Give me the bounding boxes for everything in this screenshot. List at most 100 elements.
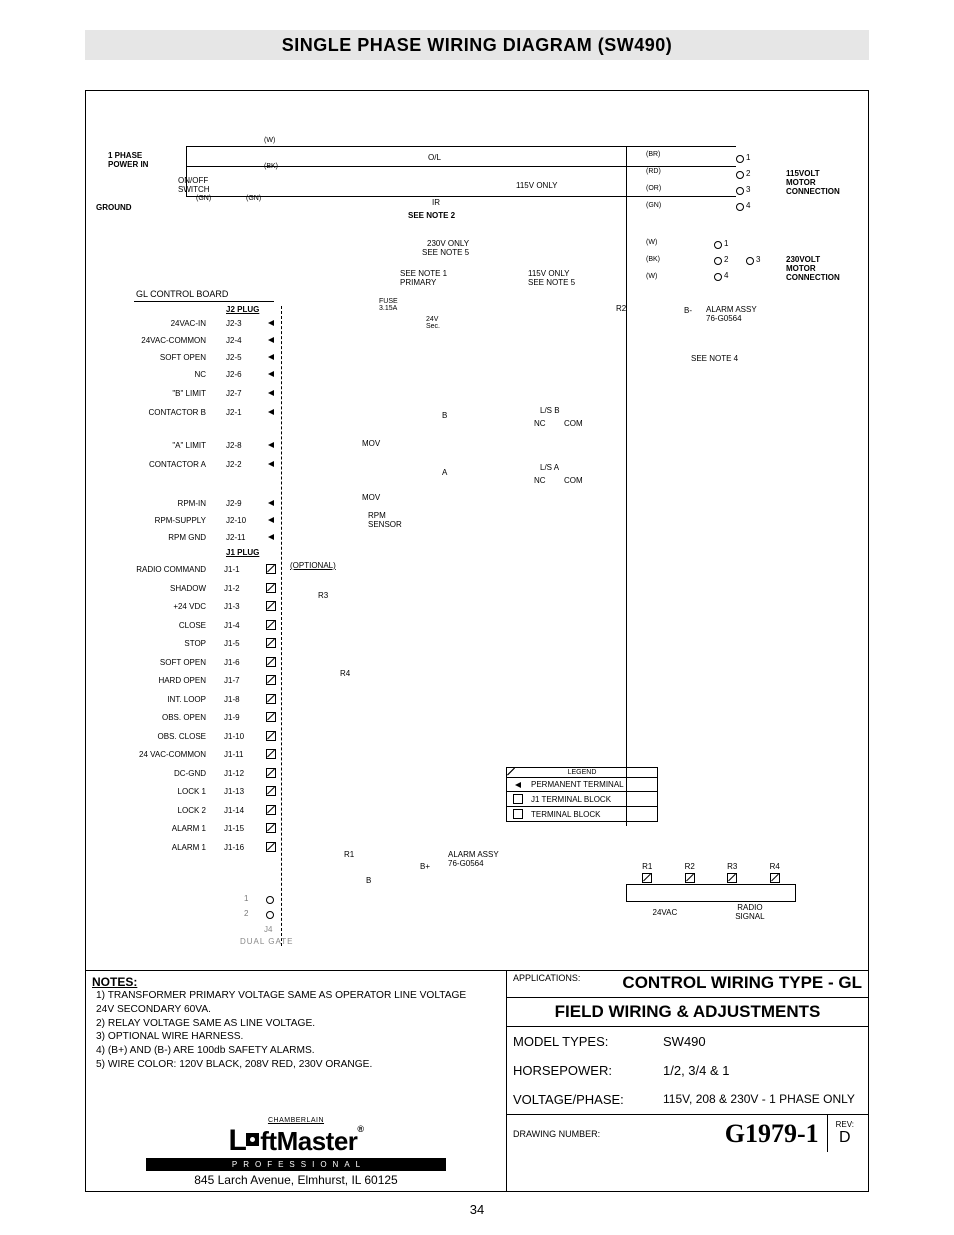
j1-pin: J1-7	[224, 676, 240, 685]
j1-pin: J1-13	[224, 787, 244, 796]
applications-label: APPLICATIONS:	[513, 973, 580, 983]
terminal-arrow-icon	[268, 337, 274, 343]
rpmsensor-label: RPM SENSOR	[368, 511, 402, 529]
j2-pin: J2-9	[226, 499, 242, 508]
notes-list: 1) TRANSFORMER PRIMARY VOLTAGE SAME AS O…	[86, 989, 506, 1072]
legend-box: LEGEND PERMANENT TERMINAL J1 TERMINAL BL…	[506, 767, 658, 822]
j2-signal-label: RPM-IN	[116, 499, 206, 508]
j1-signal-label: DC-GND	[106, 769, 206, 778]
lsa-label: L/S A	[540, 463, 559, 472]
terminal-block-icon	[266, 601, 276, 611]
j1-pin: J1-12	[224, 769, 244, 778]
legend-row: TERMINAL BLOCK	[531, 810, 601, 819]
j2-pin: J2-4	[226, 336, 242, 345]
bminus-label: B-	[684, 306, 692, 315]
j2-pin: J2-6	[226, 370, 242, 379]
terminal-arrow-icon	[268, 320, 274, 326]
ground-label: GROUND	[96, 203, 132, 212]
j1-signal-label: ALARM 1	[106, 824, 206, 833]
v115onlynote5-label: 115V ONLY SEE NOTE 5	[528, 269, 575, 287]
j1plug-label: J1 PLUG	[226, 548, 259, 557]
j2-pin: J2-11	[226, 533, 245, 542]
j2-pin: J2-8	[226, 441, 242, 450]
j1-pin: J1-3	[224, 602, 240, 611]
drawing-frame: 1 PHASE POWER IN ON/OFF SWITCH GROUND O/…	[85, 90, 869, 1192]
j1-signal-label: SOFT OPEN	[106, 658, 206, 667]
terminal-block-icon	[266, 564, 276, 574]
j1-signal-label: HARD OPEN	[106, 676, 206, 685]
j1-pin: J1-6	[224, 658, 240, 667]
terminal-block-icon	[266, 731, 276, 741]
j1-signal-label: LOCK 1	[106, 787, 206, 796]
note-item: 4) (B+) AND (B-) ARE 100db SAFETY ALARMS…	[96, 1044, 500, 1058]
terminal-block-icon	[266, 768, 276, 778]
logo-professional: PROFESSIONAL	[146, 1158, 446, 1171]
terminal-block-icon	[266, 657, 276, 667]
dwg-number: G1979-1	[725, 1119, 819, 1149]
j2-signal-label: SOFT OPEN	[116, 353, 206, 362]
j1-pin: J1-5	[224, 639, 240, 648]
j2-signal-label: NC	[116, 370, 206, 379]
seenote1-label: SEE NOTE 1 PRIMARY	[400, 269, 447, 287]
model-value: SW490	[663, 1034, 706, 1049]
j1-signal-label: STOP	[106, 639, 206, 648]
j1-pin: J1-11	[224, 750, 243, 759]
logo-address: 845 Larch Avenue, Elmhurst, IL 60125	[86, 1173, 506, 1187]
seenote2-label: SEE NOTE 2	[408, 211, 455, 220]
j1-pin: J1-8	[224, 695, 240, 704]
note-item: 24V SECONDARY 60VA.	[96, 1003, 500, 1017]
j1-pin: J1-15	[224, 824, 244, 833]
j1-pin: J1-1	[224, 565, 240, 574]
brand-logo: CHAMBERLAIN LftMaster® PROFESSIONAL 845 …	[86, 1117, 506, 1187]
j1-signal-label: INT. LOOP	[106, 695, 206, 704]
j2-signal-label: 24VAC-COMMON	[116, 336, 206, 345]
j1-pin: J1-10	[224, 732, 244, 741]
v230only-label: 230V ONLY SEE NOTE 5	[422, 239, 469, 257]
j2-signal-label: "B" LIMIT	[116, 389, 206, 398]
terminal-block-icon	[266, 823, 276, 833]
terminal-block-icon	[266, 786, 276, 796]
logo-subbrand: CHAMBERLAIN	[86, 1117, 506, 1124]
j2-pin: J2-10	[226, 516, 246, 525]
terminal-block-icon	[266, 749, 276, 759]
j2-signal-label: RPM-SUPPLY	[116, 516, 206, 525]
j1-pin: J1-16	[224, 843, 244, 852]
note-item: 3) OPTIONAL WIRE HARNESS.	[96, 1030, 500, 1044]
model-label: MODEL TYPES:	[513, 1034, 663, 1049]
hp-label: HORSEPOWER:	[513, 1063, 663, 1078]
title-block: NOTES: 1) TRANSFORMER PRIMARY VOLTAGE SA…	[86, 970, 868, 1191]
j2-signal-label: RPM GND	[116, 533, 206, 542]
conn230-label: 230VOLT MOTOR CONNECTION	[786, 255, 840, 282]
legend-row: PERMANENT TERMINAL	[531, 780, 624, 789]
terminal-arrow-icon	[268, 500, 274, 506]
v115only-label: 115V ONLY	[516, 181, 558, 190]
j1-pin: J1-9	[224, 713, 240, 722]
terminal-block-icon	[266, 842, 276, 852]
j2-pin: J2-3	[226, 319, 242, 328]
xfmr-label: 24V Sec.	[426, 316, 440, 330]
j2-pin: J2-5	[226, 353, 242, 362]
power-in-label: 1 PHASE POWER IN	[108, 151, 148, 169]
terminal-block-icon	[266, 638, 276, 648]
page-number: 34	[85, 1202, 869, 1217]
field-wiring-heading: FIELD WIRING & ADJUSTMENTS	[507, 998, 868, 1027]
j1-pin: J1-4	[224, 621, 240, 630]
j2-signal-label: "A" LIMIT	[116, 441, 206, 450]
applications-value: CONTROL WIRING TYPE - GL	[622, 973, 862, 993]
glboard-label: GL CONTROL BOARD	[136, 289, 228, 299]
j1-signal-label: +24 VDC	[106, 602, 206, 611]
j1-signal-label: CLOSE	[106, 621, 206, 630]
rev-label: REV:	[836, 1120, 854, 1129]
terminal-arrow-icon	[268, 409, 274, 415]
legend-title: LEGEND	[507, 768, 657, 778]
j2-signal-label: CONTACTOR A	[116, 460, 206, 469]
alarm-top-label: ALARM ASSY 76-G0564	[706, 305, 757, 323]
logo-dot-icon	[246, 1133, 259, 1146]
j2plug-label: J2 PLUG	[226, 305, 259, 314]
terminal-arrow-icon	[268, 371, 274, 377]
optional-label: (OPTIONAL)	[290, 561, 336, 570]
j1-signal-label: SHADOW	[106, 584, 206, 593]
dualgate-label: DUAL GATE	[240, 937, 293, 946]
volt-label: VOLTAGE/PHASE:	[513, 1092, 663, 1107]
j1-signal-label: LOCK 2	[106, 806, 206, 815]
